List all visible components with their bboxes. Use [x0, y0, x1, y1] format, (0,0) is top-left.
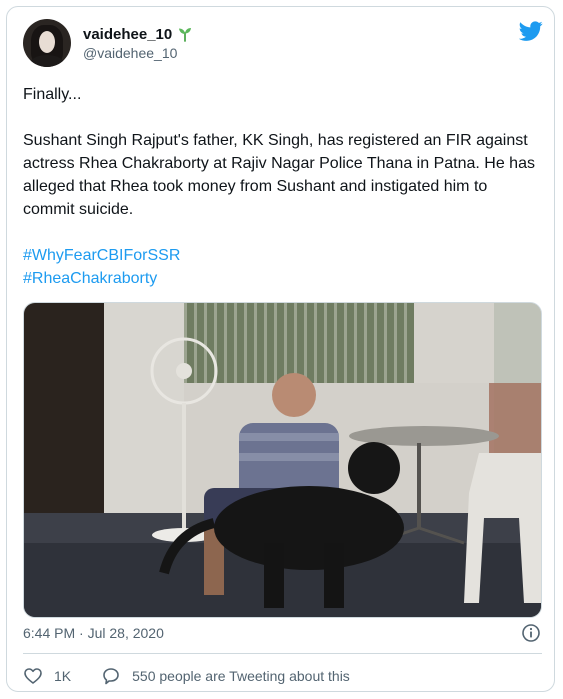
speech-bubble-icon [103, 668, 119, 685]
tweet-header: vaidehee_10 @vaidehee_10 [23, 19, 543, 67]
like-button[interactable]: 1K [23, 666, 71, 686]
tweet-text: Finally... Sushant Singh Rajput's father… [23, 83, 543, 290]
info-icon[interactable] [521, 623, 541, 643]
tweet-body: Sushant Singh Rajput's father, KK Singh,… [23, 132, 535, 218]
display-name[interactable]: vaidehee_10 [83, 26, 172, 43]
name-row[interactable]: vaidehee_10 [83, 25, 193, 43]
tweet-timestamp[interactable]: 6:44 PM · Jul 28, 2020 [23, 625, 164, 641]
tweeting-about-text: 550 people are Tweeting about this [132, 668, 350, 684]
tweet-photo[interactable] [23, 302, 542, 618]
like-count: 1K [54, 668, 72, 684]
hashtag-link[interactable]: #RheaChakraborty [23, 267, 543, 290]
photo-illustration [24, 303, 541, 617]
author-handle[interactable]: @vaidehee_10 [83, 45, 177, 61]
hashtag-link[interactable]: #WhyFearCBIForSSR [23, 244, 543, 267]
avatar[interactable] [23, 19, 71, 67]
sprout-icon [179, 28, 192, 42]
twitter-bird-icon[interactable] [519, 19, 543, 43]
tweet-meta: 6:44 PM · Jul 28, 2020 [23, 623, 543, 645]
divider [23, 653, 542, 654]
tweeting-about-link[interactable]: 550 people are Tweeting about this [101, 666, 350, 686]
tweet-actions: 1K 550 people are Tweeting about this [23, 665, 350, 687]
tweet-card: vaidehee_10 @vaidehee_10 Finally... Sush… [6, 6, 555, 692]
tweet-intro: Finally... [23, 86, 82, 103]
heart-icon [24, 668, 42, 684]
